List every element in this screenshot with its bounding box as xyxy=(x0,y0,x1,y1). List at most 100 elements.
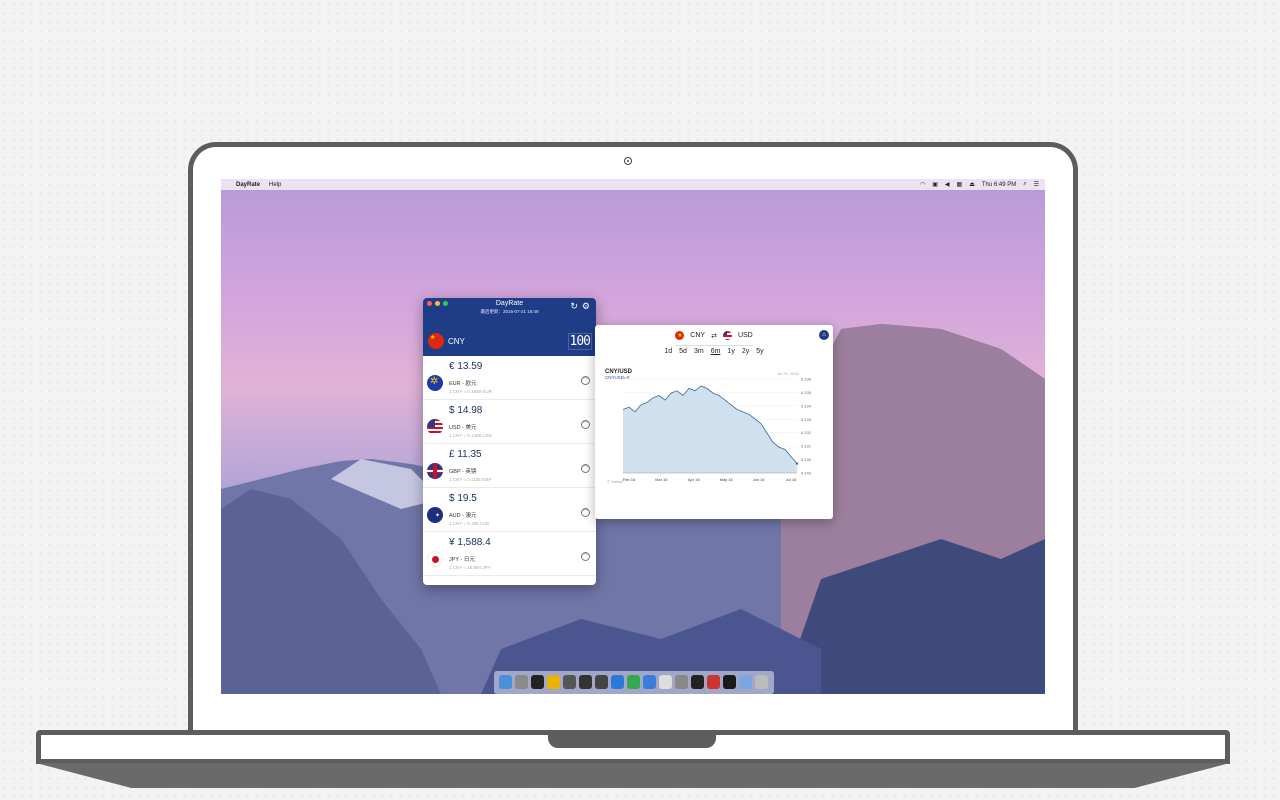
gb-flag-icon xyxy=(427,462,443,479)
rate-conversion: 1 CNY = 0.1498 USD xyxy=(449,433,492,438)
dayrate-icon[interactable] xyxy=(723,675,736,689)
eject-icon[interactable]: ⏏ xyxy=(969,181,975,188)
pen-icon[interactable] xyxy=(563,675,576,689)
us-flag-icon[interactable]: ▦ xyxy=(957,181,963,188)
terminal-icon[interactable] xyxy=(691,675,704,689)
rate-name: AUD - 澳元 xyxy=(449,513,477,519)
rate-row-aud[interactable]: $ 19.5 AUD - 澳元 1 CNY = 0.195 AUD ⌒ xyxy=(423,488,596,532)
menu-bar: DayRate Help ◠ ▣ ◀ ▦ ⏏ Thu 6:49 PM ⌕ ☰ xyxy=(221,179,1045,190)
menu-help[interactable]: Help xyxy=(269,182,281,188)
rate-amount: $ 19.5 xyxy=(449,493,477,504)
chart-toggle-icon[interactable]: ⌒ xyxy=(581,419,590,429)
preview-icon[interactable] xyxy=(643,675,656,689)
chart-toggle-icon[interactable]: ⌒ xyxy=(581,463,590,473)
rate-chart: CNY/USD CNYUSD=X Jul 20, 2016 © Yahoo! 0… xyxy=(605,369,812,484)
y-tick-label: 0.130 xyxy=(801,457,812,462)
chart-toggle-icon[interactable]: ⌒ xyxy=(581,375,590,385)
lock-icon[interactable]: ▣ xyxy=(932,181,938,188)
notes-app-icon[interactable] xyxy=(659,675,672,689)
y-tick-label: 0.131 xyxy=(801,444,812,449)
search-icon[interactable]: ⌕ xyxy=(1023,181,1026,188)
y-tick-label: 0.134 xyxy=(801,403,812,408)
rate-row-gbp[interactable]: £ 11.35 GBP - 英镑 1 CNY = 0.1135 GBP ⌒ xyxy=(423,444,596,488)
notes-icon[interactable] xyxy=(547,675,560,689)
dock xyxy=(494,671,774,694)
refresh-icon[interactable]: ↻ xyxy=(570,301,578,312)
rate-row-jpy[interactable]: ¥ 1,588.4 JPY - 日元 1 CNY = 15.884 JPY ⌒ xyxy=(423,532,596,576)
volume-icon[interactable]: ◀ xyxy=(945,181,950,188)
gear-icon[interactable]: ⚙ xyxy=(582,301,590,312)
chrome-icon[interactable] xyxy=(627,675,640,689)
mission-control-icon[interactable] xyxy=(531,675,544,689)
rate-amount: £ 11.35 xyxy=(449,449,482,460)
range-tab-1y[interactable]: 1y xyxy=(727,348,734,355)
folder-icon[interactable] xyxy=(739,675,752,689)
safari-icon[interactable] xyxy=(611,675,624,689)
tool-icon[interactable] xyxy=(579,675,592,689)
divider xyxy=(675,345,753,346)
laptop-foot xyxy=(36,763,1230,788)
chart-date: Jul 20, 2016 xyxy=(777,371,800,376)
chart-panel: CNY ⇄ USD ⌂ 1d 5d 3m 6m 1y 2y 5y CNY/USD… xyxy=(595,325,833,519)
cn-flag-icon xyxy=(428,333,444,349)
rate-name: GBP - 英镑 xyxy=(449,469,477,475)
camera-icon xyxy=(624,157,632,165)
launchpad-icon[interactable] xyxy=(515,675,528,689)
trash-icon[interactable] xyxy=(755,675,768,689)
dayrate-popover: DayRate 最后更新：2016-07-21 18:49 ↻ ⚙ CNY 10… xyxy=(423,298,596,585)
rate-name: EUR - 欧元 xyxy=(449,381,477,387)
chart-toggle-icon[interactable]: ⌒ xyxy=(581,507,590,517)
base-currency: CNY xyxy=(448,336,465,346)
series-area xyxy=(623,386,797,473)
rate-conversion: 1 CNY = 0.1135 GBP xyxy=(449,477,492,482)
y-tick-label: 0.135 xyxy=(801,390,812,395)
swap-icon[interactable]: ⇄ xyxy=(711,332,717,340)
rate-row-usd[interactable]: $ 14.98 USD - 美元 1 CNY = 0.1498 USD ⌒ xyxy=(423,400,596,444)
base-amount-input[interactable]: 100 xyxy=(567,332,592,350)
us-flag-icon xyxy=(427,418,443,435)
rate-name: JPY - 日元 xyxy=(449,557,475,563)
list-icon[interactable]: ☰ xyxy=(1034,181,1039,188)
rate-conversion: 1 CNY = 0.195 AUD xyxy=(449,521,490,526)
rate-amount: $ 14.98 xyxy=(449,405,483,416)
au-flag-icon xyxy=(427,506,443,523)
menu-clock[interactable]: Thu 6:49 PM xyxy=(982,182,1016,188)
system-preferences-icon[interactable] xyxy=(675,675,688,689)
laptop-notch xyxy=(548,733,716,748)
range-tab-5y[interactable]: 5y xyxy=(756,348,763,355)
last-point xyxy=(795,462,799,465)
finder-icon[interactable] xyxy=(499,675,512,689)
x-tick-label: Apr 16 xyxy=(688,477,701,482)
x-tick-label: May 16 xyxy=(720,477,734,482)
desktop-screen: DayRate Help ◠ ▣ ◀ ▦ ⏏ Thu 6:49 PM ⌕ ☰ D… xyxy=(221,179,1045,694)
range-tab-1d[interactable]: 1d xyxy=(664,348,672,355)
popover-header: DayRate 最后更新：2016-07-21 18:49 ↻ ⚙ CNY 10… xyxy=(423,298,596,356)
rate-row-eur[interactable]: € 13.59 EUR - 欧元 1 CNY = 0.1359 EUR ⌒ xyxy=(423,356,596,400)
range-tab-6m[interactable]: 6m xyxy=(711,348,721,355)
rate-amount: ¥ 1,588.4 xyxy=(449,537,491,548)
y-tick-label: 0.133 xyxy=(801,417,812,422)
info-icon[interactable]: ⌂ xyxy=(819,330,829,340)
range-tab-3m[interactable]: 3m xyxy=(694,348,704,355)
y-tick-label: 0.136 xyxy=(801,377,812,382)
chart-toggle-icon[interactable]: ⌒ xyxy=(581,551,590,561)
jp-flag-icon xyxy=(427,550,443,567)
x-tick-label: Mar 16 xyxy=(655,477,668,482)
rate-name: USD - 美元 xyxy=(449,425,477,431)
pen-tool-icon[interactable] xyxy=(595,675,608,689)
menu-app-name[interactable]: DayRate xyxy=(236,182,260,188)
wifi-icon[interactable]: ◠ xyxy=(920,181,925,188)
range-tab-2y[interactable]: 2y xyxy=(742,348,749,355)
x-tick-label: Feb 16 xyxy=(623,477,636,482)
from-currency: CNY xyxy=(690,332,706,339)
acrobat-icon[interactable] xyxy=(707,675,720,689)
chart-source: © Yahoo! xyxy=(607,479,623,484)
rate-amount: € 13.59 xyxy=(449,361,483,372)
y-tick-label: 0.132 xyxy=(801,430,812,435)
range-tab-5d[interactable]: 5d xyxy=(679,348,687,355)
cn-flag-icon xyxy=(675,331,685,340)
x-tick-label: Jul 16 xyxy=(786,477,797,482)
base-currency-row[interactable]: CNY 100 xyxy=(428,331,592,351)
range-tabs: 1d 5d 3m 6m 1y 2y 5y xyxy=(595,348,833,355)
us-flag-icon xyxy=(722,331,732,340)
